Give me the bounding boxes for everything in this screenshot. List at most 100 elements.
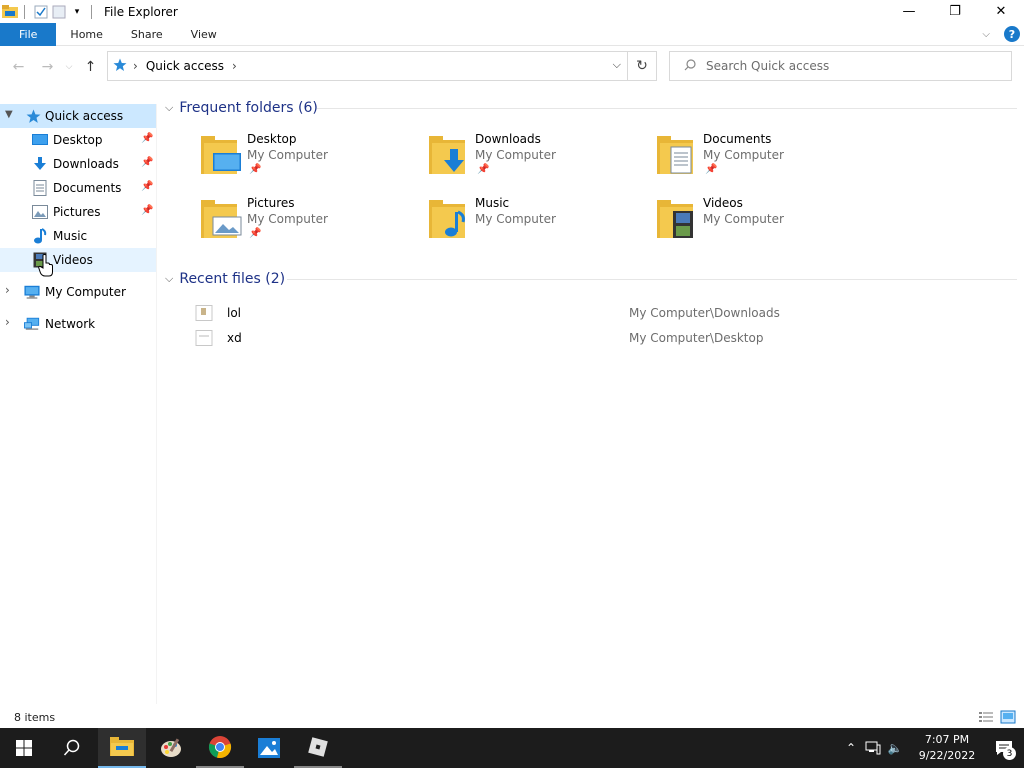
quick-access-toolbar: ▾	[0, 0, 98, 23]
frequent-folders-header[interactable]: ⌵ Frequent folders (6)	[165, 97, 318, 119]
tab-home[interactable]: Home	[56, 23, 116, 46]
pin-icon: 📌	[477, 164, 490, 175]
sidebar-item-label: Documents	[53, 181, 122, 195]
ribbon-right: ⌵ ?	[982, 26, 1020, 42]
minimize-button[interactable]: —	[886, 0, 932, 23]
recent-locations-icon[interactable]: ⌵	[62, 52, 76, 82]
music-folder-icon	[429, 200, 465, 238]
view-switcher	[978, 709, 1016, 725]
back-button[interactable]: ←	[4, 52, 33, 82]
chevron-down-icon: ⌵	[165, 101, 174, 114]
forward-button[interactable]: →	[33, 52, 62, 82]
search-input[interactable]: Search Quick access	[669, 51, 1012, 81]
sidebar-item-quick-access[interactable]: ▼ Quick access	[0, 104, 156, 128]
large-icons-view-button[interactable]	[1000, 709, 1016, 725]
window-controls: — ❐ ✕	[886, 0, 1024, 23]
expand-ribbon-icon[interactable]: ⌵	[982, 29, 990, 40]
sidebar-item-network[interactable]: › Network	[0, 312, 156, 336]
pin-icon[interactable]: 📌	[141, 205, 153, 216]
recent-files-header[interactable]: ⌵ Recent files (2)	[165, 268, 285, 290]
details-view-button[interactable]	[978, 709, 994, 725]
new-folder-icon[interactable]	[51, 4, 67, 20]
sidebar-item-videos[interactable]: Videos	[0, 248, 156, 272]
music-icon	[32, 228, 48, 244]
separator	[24, 4, 25, 19]
chevron-right-icon[interactable]: ›	[5, 283, 10, 297]
sidebar-item-label: Videos	[53, 253, 93, 267]
search-icon	[63, 739, 80, 756]
taskbar-roblox-studio[interactable]	[294, 728, 342, 768]
sidebar-item-desktop[interactable]: Desktop 📌	[0, 128, 156, 152]
sidebar-item-music[interactable]: Music	[0, 224, 156, 248]
list-item[interactable]: xd My Computer\Desktop	[193, 327, 793, 349]
close-button[interactable]: ✕	[978, 0, 1024, 23]
downloads-folder-icon	[429, 136, 465, 174]
group-title: Recent files (2)	[179, 271, 286, 287]
file-icon	[195, 305, 213, 321]
quick-access-star-icon	[113, 58, 127, 75]
documents-folder-icon	[657, 136, 693, 174]
navigation-bar: ← → ⌵ ↑ › Quick access › ⌵ ↻ Search Quic…	[0, 46, 1024, 88]
folder-tile-music[interactable]: Music My Computer	[429, 196, 649, 248]
documents-icon	[32, 180, 48, 196]
clock-time: 7:07 PM	[924, 733, 970, 746]
tab-view[interactable]: View	[177, 23, 231, 46]
content-view: ⌵ Frequent folders (6) Desktop My Comput…	[157, 88, 1024, 704]
start-button[interactable]	[0, 728, 48, 768]
folder-tile-pictures[interactable]: Pictures My Computer 📌	[201, 196, 421, 248]
pin-icon[interactable]: 📌	[141, 181, 153, 192]
taskbar-photos[interactable]	[245, 728, 293, 768]
address-dropdown-icon[interactable]: ⌵	[613, 58, 621, 72]
tile-name: Music	[475, 196, 510, 210]
chevron-down-icon[interactable]: ▼	[5, 109, 13, 120]
folder-tile-downloads[interactable]: Downloads My Computer 📌	[429, 132, 649, 184]
file-explorer-icon[interactable]	[2, 4, 18, 20]
desktop-icon	[32, 132, 48, 148]
sidebar-item-label: Quick access	[45, 109, 124, 123]
roblox-icon	[308, 737, 328, 757]
help-icon[interactable]: ?	[1004, 26, 1020, 42]
list-item[interactable]: lol My Computer\Downloads	[193, 302, 793, 324]
refresh-button[interactable]: ↻	[628, 51, 657, 81]
paint-icon	[161, 738, 181, 757]
taskbar-paint[interactable]	[147, 728, 195, 768]
search-button[interactable]	[48, 728, 96, 768]
customize-toolbar-icon[interactable]: ▾	[69, 4, 85, 20]
sidebar-item-downloads[interactable]: Downloads 📌	[0, 152, 156, 176]
pin-icon[interactable]: 📌	[141, 133, 153, 144]
address-bar[interactable]: › Quick access › ⌵	[107, 51, 628, 81]
taskbar-file-explorer[interactable]	[98, 728, 146, 768]
file-name: xd	[227, 331, 242, 345]
action-center-button[interactable]: 3	[984, 728, 1024, 768]
volume-icon[interactable]: 🔈	[884, 728, 906, 768]
chevron-right-icon[interactable]: ›	[5, 315, 10, 329]
sidebar-item-label: Network	[45, 317, 96, 331]
tile-location: My Computer	[247, 148, 328, 162]
tab-file[interactable]: File	[0, 22, 57, 46]
clock[interactable]: 7:07 PM 9/22/2022	[910, 732, 984, 764]
network-icon	[24, 316, 40, 332]
text-file-icon	[195, 330, 213, 346]
pin-icon: 📌	[249, 228, 262, 239]
network-icon[interactable]	[862, 728, 884, 768]
file-path: My Computer\Desktop	[629, 331, 764, 345]
folder-tile-videos[interactable]: Videos My Computer	[657, 196, 877, 248]
sidebar-item-documents[interactable]: Documents 📌	[0, 176, 156, 200]
tab-share[interactable]: Share	[117, 23, 177, 46]
show-hidden-icons-icon[interactable]: ⌃	[840, 728, 862, 768]
properties-icon[interactable]	[33, 4, 49, 20]
status-bar: 8 items	[0, 706, 1024, 728]
folder-tile-desktop[interactable]: Desktop My Computer 📌	[201, 132, 421, 184]
sidebar-item-my-computer[interactable]: › My Computer	[0, 280, 156, 304]
tile-location: My Computer	[475, 212, 556, 226]
tile-name: Documents	[703, 132, 772, 146]
breadcrumb-quick-access[interactable]: Quick access	[146, 59, 224, 73]
up-button[interactable]: ↑	[76, 52, 105, 82]
restore-button[interactable]: ❐	[932, 0, 978, 23]
taskbar-chrome[interactable]	[196, 728, 244, 768]
sidebar-item-pictures[interactable]: Pictures 📌	[0, 200, 156, 224]
pin-icon[interactable]: 📌	[141, 157, 153, 168]
tile-name: Videos	[703, 196, 743, 210]
folder-tile-documents[interactable]: Documents My Computer 📌	[657, 132, 877, 184]
videos-folder-icon	[657, 200, 693, 238]
